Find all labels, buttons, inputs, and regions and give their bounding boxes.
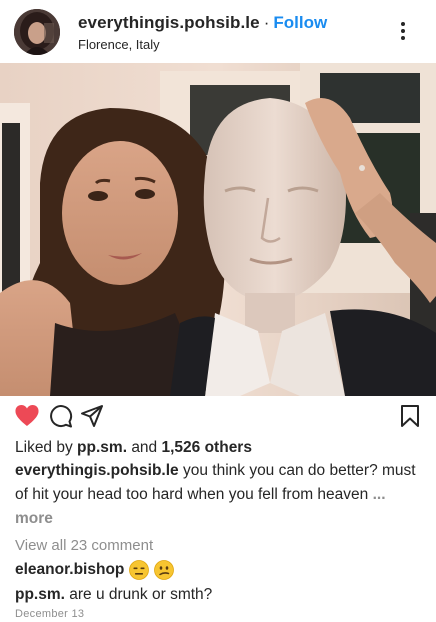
expressionless-face-emoji: [129, 560, 150, 580]
comment-username[interactable]: eleanor.bishop: [15, 560, 124, 580]
post-caption: everythingis.pohsib.le you think you can…: [15, 459, 423, 531]
likes-user[interactable]: pp.sm.: [77, 439, 127, 456]
caption-username[interactable]: everythingis.pohsib.le: [15, 462, 179, 479]
comment-username[interactable]: pp.sm.: [15, 586, 65, 603]
comment-bubble-icon[interactable]: [49, 404, 73, 433]
profile-avatar[interactable]: [14, 9, 60, 55]
likes-prefix: Liked by: [15, 439, 73, 456]
likes-summary[interactable]: Liked by pp.sm. and 1,526 others: [15, 439, 425, 457]
separator-dot: ·: [263, 13, 270, 32]
more-options-icon[interactable]: [394, 18, 412, 44]
post-actions: [0, 398, 436, 436]
post-header: everythingis.pohsib.le · Follow Florence, …: [0, 0, 436, 63]
confused-face-emoji: [154, 560, 175, 580]
post-location[interactable]: Florence, Italy: [78, 37, 160, 53]
view-all-comments-link[interactable]: View all 23 comment: [15, 537, 425, 555]
follow-button[interactable]: Follow: [273, 13, 327, 32]
likes-middle: and: [131, 439, 158, 456]
username-line: everythingis.pohsib.le · Follow: [78, 13, 327, 33]
likes-count[interactable]: 1,526 others: [162, 439, 252, 456]
post-photo[interactable]: [0, 63, 436, 396]
post-username[interactable]: everythingis.pohsib.le: [78, 13, 260, 32]
bookmark-icon[interactable]: [400, 404, 420, 433]
comment-text: are u drunk or smth?: [69, 586, 213, 603]
comment-row: eleanor.bishop: [15, 560, 425, 580]
post-date: December 13: [15, 608, 85, 620]
comment-row: pp.sm. are u drunk or smth?: [15, 585, 425, 605]
heart-filled-icon[interactable]: [14, 404, 40, 433]
paper-plane-icon[interactable]: [80, 404, 104, 433]
